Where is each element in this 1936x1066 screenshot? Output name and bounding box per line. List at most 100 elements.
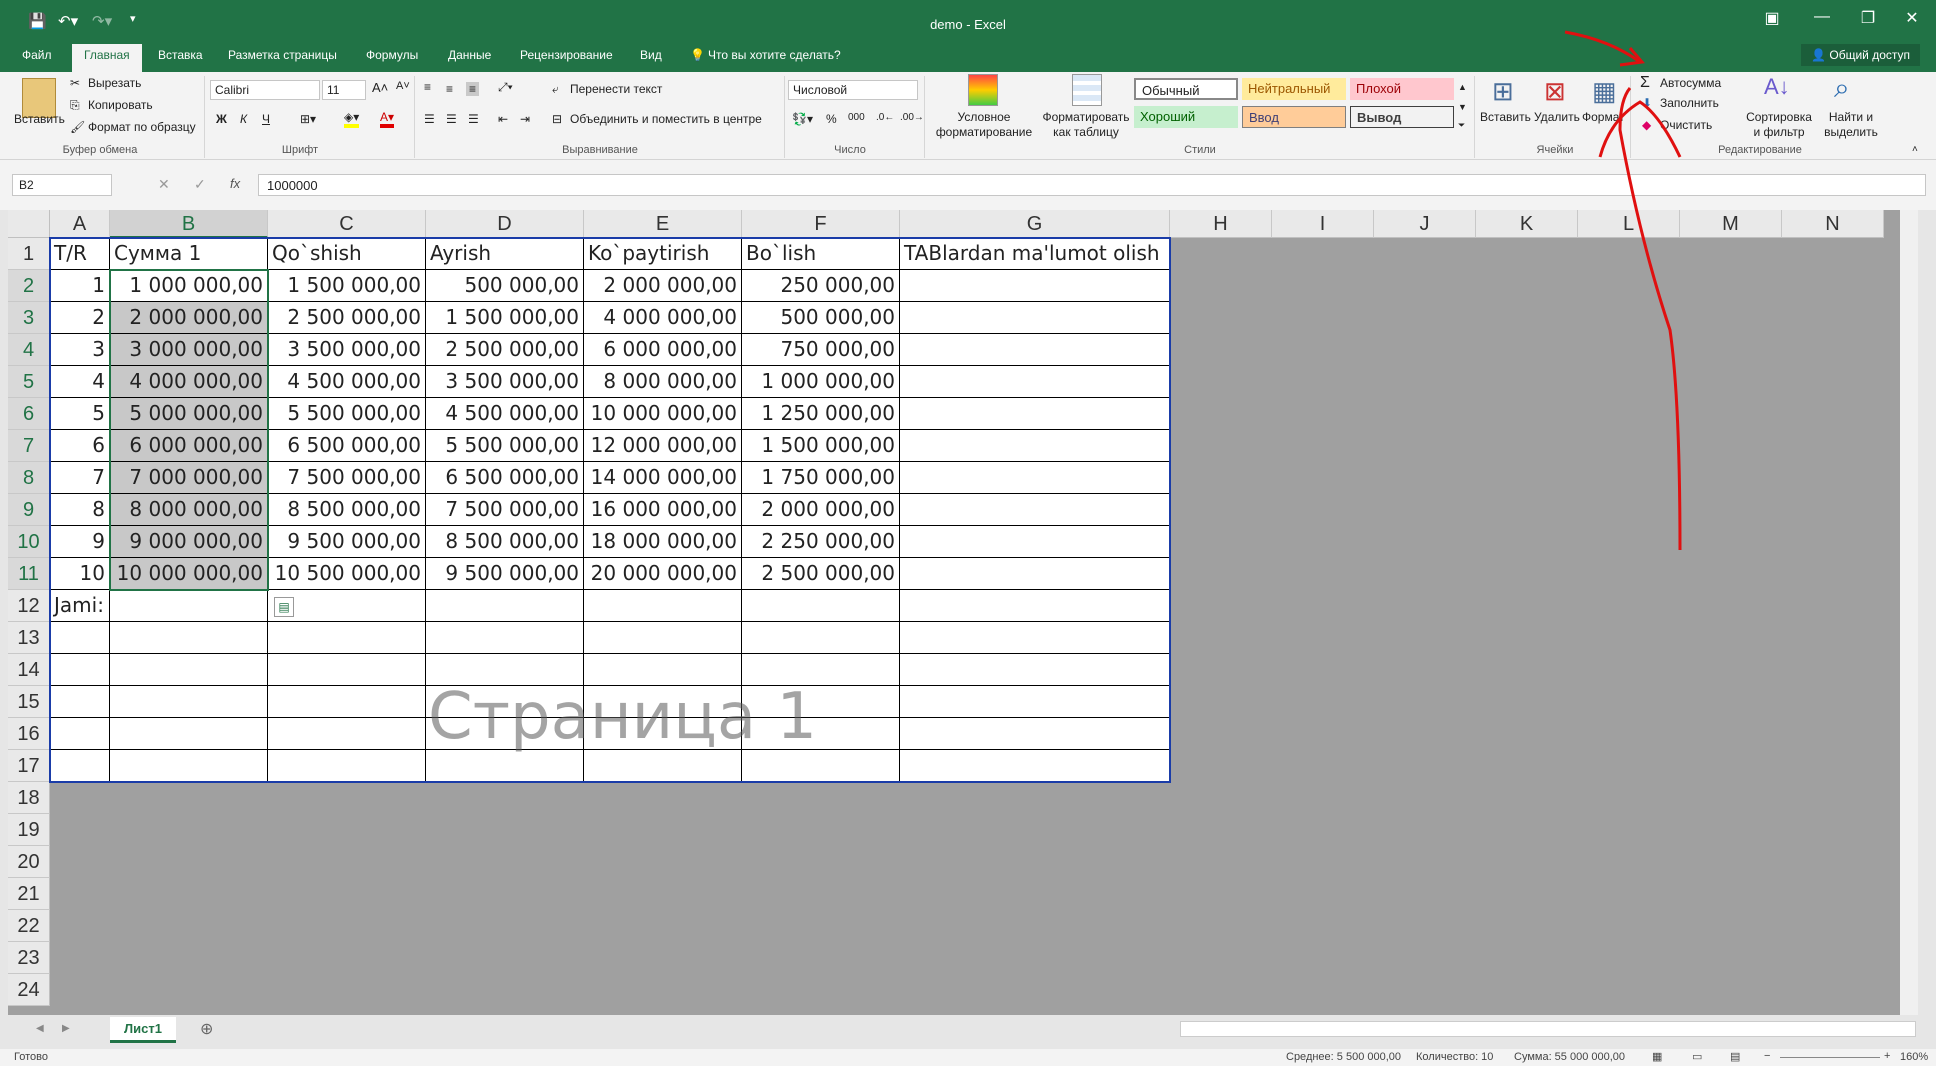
- thousands-button[interactable]: 000: [848, 112, 865, 123]
- empty-cell[interactable]: [268, 622, 426, 654]
- cell[interactable]: 8 000 000,00: [584, 366, 742, 398]
- cell[interactable]: 500 000,00: [742, 302, 900, 334]
- format-as-table-button[interactable]: Форматировать как таблицу: [1036, 110, 1136, 140]
- empty-cell[interactable]: [742, 686, 900, 718]
- insert-cells-icon[interactable]: ⊞: [1492, 76, 1514, 107]
- empty-cell[interactable]: [110, 654, 268, 686]
- align-center-icon[interactable]: ☰: [446, 112, 457, 126]
- empty-cell[interactable]: [268, 654, 426, 686]
- empty-cell[interactable]: [50, 622, 110, 654]
- column-header-g[interactable]: G: [900, 210, 1170, 238]
- row-header-17[interactable]: 17: [8, 750, 50, 782]
- cell[interactable]: 12 000 000,00: [584, 430, 742, 462]
- sort-filter-button[interactable]: Сортировка и фильтр: [1744, 110, 1814, 140]
- add-sheet-icon[interactable]: ⊕: [200, 1019, 213, 1039]
- empty-cell[interactable]: [268, 686, 426, 718]
- collapse-ribbon-icon[interactable]: ˄: [1912, 144, 1918, 155]
- cell[interactable]: 6 500 000,00: [268, 430, 426, 462]
- merge-center-button[interactable]: Объединить и поместить в центре: [570, 112, 762, 126]
- cell[interactable]: T/R: [50, 238, 110, 270]
- cell[interactable]: 1 750 000,00: [742, 462, 900, 494]
- page-layout-view-icon[interactable]: ▭: [1692, 1050, 1702, 1063]
- copy-button[interactable]: Копировать: [88, 98, 153, 112]
- cell[interactable]: 10: [50, 558, 110, 590]
- empty-cell[interactable]: [110, 590, 268, 622]
- cell[interactable]: Ko`paytirish: [584, 238, 742, 270]
- normal-view-icon[interactable]: ▦: [1652, 1050, 1662, 1063]
- font-size-select[interactable]: 11: [322, 80, 366, 100]
- vertical-scrollbar[interactable]: [1900, 210, 1918, 1015]
- styles-more-icon[interactable]: ⏷: [1458, 120, 1465, 131]
- cell[interactable]: 9 500 000,00: [268, 526, 426, 558]
- cell[interactable]: 16 000 000,00: [584, 494, 742, 526]
- wrap-text-icon[interactable]: ⤶: [552, 82, 559, 97]
- row-header-7[interactable]: 7: [8, 430, 50, 462]
- row-header-15[interactable]: 15: [8, 686, 50, 718]
- cell[interactable]: 10 000 000,00: [110, 558, 268, 590]
- empty-cell[interactable]: [742, 590, 900, 622]
- cell[interactable]: TABlardan ma'lumot olish: [900, 238, 1170, 270]
- row-header-21[interactable]: 21: [8, 878, 50, 910]
- name-box[interactable]: B2: [12, 174, 112, 196]
- restore-button[interactable]: ❐: [1848, 8, 1888, 28]
- next-sheet-icon[interactable]: ▶: [62, 1023, 70, 1034]
- row-header-16[interactable]: 16: [8, 718, 50, 750]
- tab-file[interactable]: Файл: [22, 46, 52, 64]
- cell[interactable]: 2 000 000,00: [110, 302, 268, 334]
- empty-cell[interactable]: [110, 686, 268, 718]
- cell[interactable]: 8 500 000,00: [426, 526, 584, 558]
- cell[interactable]: 5 000 000,00: [110, 398, 268, 430]
- align-bottom-icon[interactable]: ≡: [466, 82, 480, 96]
- row-header-12[interactable]: 12: [8, 590, 50, 622]
- increase-decimal-icon[interactable]: .0←: [876, 112, 894, 123]
- styles-scroll-up-icon[interactable]: ▲: [1458, 82, 1467, 92]
- grow-font-icon[interactable]: A˄: [372, 80, 388, 95]
- empty-cell[interactable]: [110, 750, 268, 782]
- zoom-slider[interactable]: [1780, 1057, 1880, 1058]
- conditional-format-icon[interactable]: [968, 74, 998, 106]
- empty-cell[interactable]: [584, 622, 742, 654]
- cut-icon[interactable]: ✂: [70, 76, 80, 90]
- tab-insert[interactable]: Вставка: [158, 46, 203, 64]
- tab-home[interactable]: Главная: [72, 44, 142, 72]
- tab-page-layout[interactable]: Разметка страницы: [228, 46, 337, 64]
- empty-cell[interactable]: [50, 750, 110, 782]
- find-select-button[interactable]: Найти и выделить: [1818, 110, 1884, 140]
- column-header-e[interactable]: E: [584, 210, 742, 238]
- empty-cell[interactable]: [900, 654, 1170, 686]
- cell[interactable]: 5 500 000,00: [426, 430, 584, 462]
- cell[interactable]: 1 500 000,00: [742, 430, 900, 462]
- row-header-10[interactable]: 10: [8, 526, 50, 558]
- empty-cell[interactable]: [900, 718, 1170, 750]
- zoom-out-icon[interactable]: −: [1764, 1050, 1770, 1062]
- page-break-view-icon[interactable]: ▤: [1730, 1050, 1740, 1063]
- empty-cell[interactable]: [900, 462, 1170, 494]
- cell[interactable]: 9: [50, 526, 110, 558]
- column-header-d[interactable]: D: [426, 210, 584, 238]
- cell[interactable]: 7 000 000,00: [110, 462, 268, 494]
- empty-cell[interactable]: [900, 270, 1170, 302]
- bold-button[interactable]: Ж: [216, 112, 227, 126]
- empty-cell[interactable]: [50, 654, 110, 686]
- merge-icon[interactable]: ⊟: [552, 112, 562, 126]
- share-button[interactable]: 👤 Общий доступ: [1801, 44, 1920, 66]
- empty-cell[interactable]: [268, 750, 426, 782]
- row-header-5[interactable]: 5: [8, 366, 50, 398]
- column-header-n[interactable]: N: [1782, 210, 1884, 238]
- empty-cell[interactable]: [742, 654, 900, 686]
- column-header-f[interactable]: F: [742, 210, 900, 238]
- cell[interactable]: 3 000 000,00: [110, 334, 268, 366]
- cell[interactable]: 6 000 000,00: [110, 430, 268, 462]
- number-format-select[interactable]: Числовой: [788, 80, 918, 100]
- cut-button[interactable]: Вырезать: [88, 76, 141, 90]
- currency-icon[interactable]: 💱▾: [792, 112, 813, 126]
- empty-cell[interactable]: [900, 558, 1170, 590]
- cell[interactable]: 2: [50, 302, 110, 334]
- style-output[interactable]: Вывод: [1350, 106, 1454, 128]
- horizontal-scrollbar[interactable]: [1180, 1021, 1916, 1037]
- row-header-13[interactable]: 13: [8, 622, 50, 654]
- cell[interactable]: 9 500 000,00: [426, 558, 584, 590]
- row-header-23[interactable]: 23: [8, 942, 50, 974]
- cell[interactable]: 10 500 000,00: [268, 558, 426, 590]
- empty-cell[interactable]: [900, 494, 1170, 526]
